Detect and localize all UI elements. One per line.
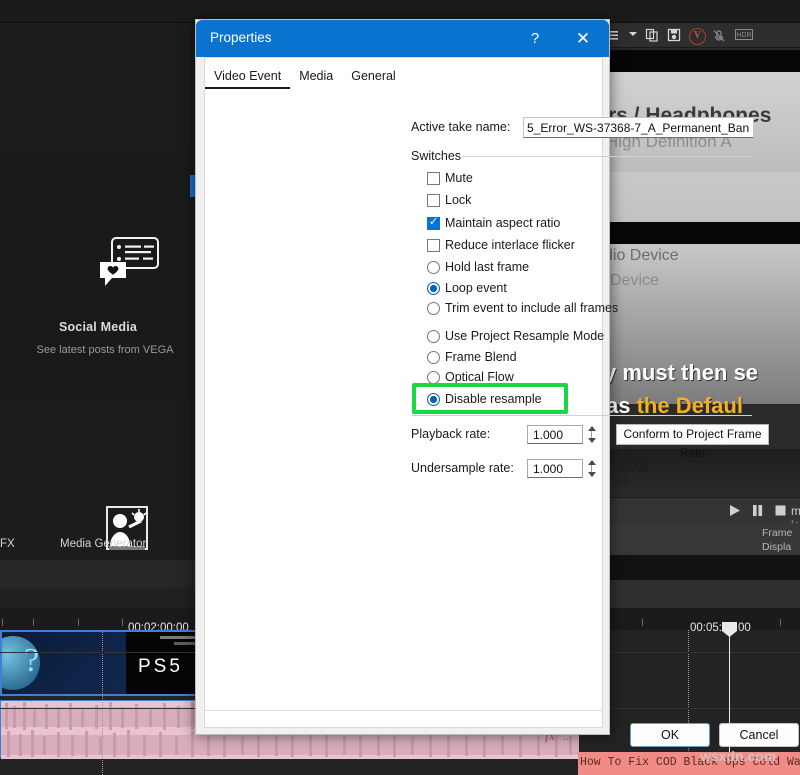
undersample-rate-input[interactable]: 1.000 bbox=[527, 459, 583, 478]
preview-status-display: Displa bbox=[762, 541, 791, 553]
media-generator-label: Media Generator bbox=[60, 538, 146, 550]
preview-caption-1: y must then se bbox=[604, 360, 758, 386]
radio-frame-blend[interactable] bbox=[427, 351, 440, 364]
ruler-tick bbox=[642, 619, 643, 626]
clip-ps5-label: PS5 bbox=[138, 656, 183, 678]
switch-label: Hold last frame bbox=[445, 260, 529, 274]
preview-frame-mid bbox=[604, 172, 800, 222]
switch-label: Use Project Resample Mode bbox=[445, 329, 604, 343]
fx-label: FX bbox=[0, 538, 15, 550]
tab-general[interactable]: General bbox=[342, 66, 404, 87]
playback-rate-input[interactable]: 1.000 bbox=[527, 425, 583, 444]
help-icon[interactable]: ? bbox=[516, 25, 554, 53]
switches-group-label: Switches bbox=[411, 149, 461, 163]
timeline-timecode-2: 00:05:00:00 bbox=[690, 622, 751, 634]
social-post-icon bbox=[98, 236, 160, 288]
dialog-title: Properties bbox=[210, 30, 272, 45]
stepper-up-icon[interactable] bbox=[588, 426, 596, 431]
switch-label: Reduce interlace flicker bbox=[445, 238, 575, 252]
playback-rate-value: 1.000 bbox=[533, 428, 563, 442]
save-snapshot-icon[interactable] bbox=[667, 28, 681, 42]
ruler-tick bbox=[780, 619, 781, 626]
switch-label: Maintain aspect ratio bbox=[445, 216, 560, 230]
stepper-down-icon[interactable] bbox=[588, 438, 596, 443]
pause-icon[interactable] bbox=[751, 504, 764, 517]
switch-label: Trim event to include all frames bbox=[445, 301, 618, 315]
ruler-tick bbox=[122, 619, 123, 626]
radio-loop-event[interactable] bbox=[427, 282, 440, 295]
microphone-muted-icon[interactable] bbox=[712, 29, 726, 43]
ruler-tick bbox=[33, 619, 34, 626]
footer-separator bbox=[204, 710, 603, 711]
vegas-badge-icon[interactable]: V bbox=[689, 28, 706, 45]
left-panel-footer bbox=[0, 560, 196, 588]
checkbox-lock[interactable] bbox=[427, 194, 440, 207]
timeline-cursor-head[interactable] bbox=[722, 622, 737, 637]
ruler-tick bbox=[78, 619, 79, 626]
tab-media[interactable]: Media bbox=[290, 66, 342, 87]
checkbox-reduce-interlace-flicker[interactable] bbox=[427, 239, 440, 252]
switch-label: Mute bbox=[445, 171, 473, 185]
preview-transport-bar bbox=[604, 497, 800, 525]
playback-rate-stepper[interactable] bbox=[585, 425, 597, 444]
dialog-tabs: Video Event Media General bbox=[205, 66, 405, 90]
switch-label: Lock bbox=[445, 193, 471, 207]
switch-label: Optical Flow bbox=[445, 370, 514, 384]
active-take-input[interactable]: 5_Error_WS-37368-7_A_Permanent_Ban bbox=[523, 117, 754, 138]
social-media-title: Social Media bbox=[0, 320, 196, 334]
active-take-value: 5_Error_WS-37368-7_A_Permanent_Ban bbox=[527, 121, 749, 135]
stepper-down-icon[interactable] bbox=[588, 472, 596, 477]
project-fps-text: 30.000 fps bbox=[611, 460, 649, 488]
timeline-clip[interactable]: ? bbox=[0, 632, 126, 694]
radio-hold-last-frame[interactable] bbox=[427, 261, 440, 274]
screenshot-root: Social Media See latest posts from VEGA … bbox=[0, 0, 800, 775]
preview-lower-black bbox=[604, 555, 800, 580]
switches-group-separator bbox=[462, 156, 752, 157]
ok-button[interactable]: OK bbox=[630, 723, 710, 747]
tab-video-event[interactable]: Video Event bbox=[205, 66, 290, 89]
playback-rate-label: Playback rate: bbox=[411, 427, 490, 441]
checkbox-maintain-aspect-ratio[interactable] bbox=[427, 217, 440, 230]
highlight-annotation-box bbox=[412, 383, 568, 414]
chevron-down-icon[interactable] bbox=[627, 28, 639, 40]
active-take-label: Active take name: bbox=[411, 120, 510, 134]
rates-separator bbox=[412, 415, 752, 416]
preview-letterbox-mid bbox=[604, 222, 800, 244]
conform-to-project-frame-rate-button[interactable]: Conform to Project Frame Rate bbox=[616, 424, 769, 445]
preview-letterbox-top bbox=[604, 50, 800, 72]
undersample-rate-value: 1.000 bbox=[533, 462, 563, 476]
stepper-up-icon[interactable] bbox=[588, 460, 596, 465]
close-icon[interactable]: ✕ bbox=[564, 25, 602, 53]
ruler-tick bbox=[2, 619, 3, 626]
preview-status-frame: Frame bbox=[762, 527, 792, 539]
properties-dialog: Properties ? ✕ Video Event Media General… bbox=[195, 19, 610, 735]
stop-icon[interactable] bbox=[774, 504, 787, 517]
radio-trim-event[interactable] bbox=[427, 302, 440, 315]
undersample-rate-stepper[interactable] bbox=[585, 459, 597, 478]
preview-bottom-bar bbox=[604, 580, 800, 608]
switch-label: Loop event bbox=[445, 281, 507, 295]
switch-label: Frame Blend bbox=[445, 350, 517, 364]
social-media-subtitle: See latest posts from VEGA bbox=[0, 344, 210, 356]
radio-use-project-resample-mode[interactable] bbox=[427, 330, 440, 343]
cancel-button[interactable]: Cancel bbox=[719, 723, 799, 747]
undersample-rate-label: Undersample rate: bbox=[411, 461, 514, 475]
preview-text-line4: Device bbox=[610, 272, 659, 290]
copy-icon[interactable] bbox=[645, 28, 659, 42]
hdr-icon[interactable]: HDR bbox=[735, 29, 753, 40]
checkbox-mute[interactable] bbox=[427, 172, 440, 185]
preview-text-line3: dio Device bbox=[604, 247, 679, 265]
play-icon[interactable] bbox=[728, 504, 741, 517]
svg-text:HDR: HDR bbox=[736, 32, 751, 39]
clip-question-mark: ? bbox=[24, 642, 39, 680]
watermark: wsxdn.com bbox=[700, 748, 776, 764]
